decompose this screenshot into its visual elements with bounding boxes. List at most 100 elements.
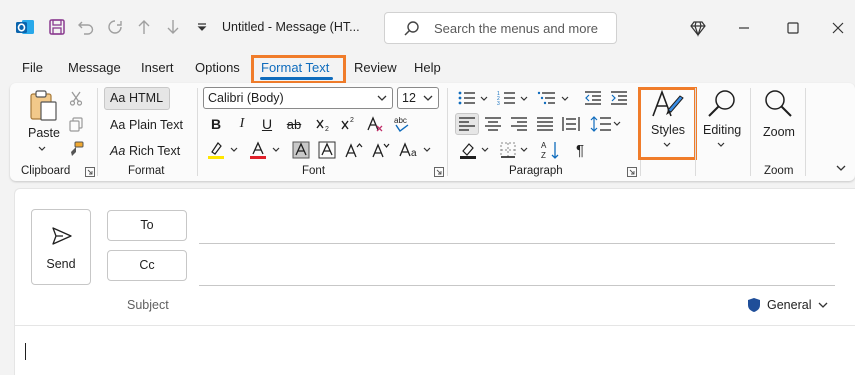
- redo-icon[interactable]: [105, 17, 125, 37]
- paragraph-launcher-icon[interactable]: [627, 167, 637, 177]
- chevron-down-icon[interactable]: [271, 144, 281, 156]
- clipboard-launcher-icon[interactable]: [85, 167, 95, 177]
- shrink-font-icon[interactable]: [371, 140, 391, 160]
- sensitivity-dropdown[interactable]: General: [747, 297, 829, 313]
- maximize-icon[interactable]: [782, 17, 804, 39]
- cc-button[interactable]: Cc: [107, 250, 187, 281]
- bullets-icon[interactable]: [456, 89, 478, 107]
- font-group-label: Font: [302, 165, 326, 177]
- tab-message[interactable]: Message: [68, 60, 121, 75]
- paste-icon[interactable]: [27, 89, 61, 123]
- character-shading-icon[interactable]: [292, 141, 310, 159]
- chevron-down-icon[interactable]: [479, 93, 489, 105]
- distributed-align-icon[interactable]: [562, 115, 580, 133]
- underline-icon[interactable]: U: [258, 115, 276, 133]
- editing-magnifier-icon[interactable]: [705, 88, 739, 120]
- tab-help[interactable]: Help: [414, 60, 441, 75]
- to-button[interactable]: To: [107, 210, 187, 241]
- numbering-icon[interactable]: 123: [496, 89, 518, 107]
- format-html-label[interactable]: HTML: [129, 91, 163, 105]
- format-group-label: Format: [128, 165, 165, 177]
- svg-text:2: 2: [350, 117, 354, 124]
- window-title: Untitled - Message (HT...: [222, 20, 360, 34]
- arrow-down-icon[interactable]: [163, 17, 183, 37]
- text-effects-icon[interactable]: abc: [391, 113, 413, 135]
- chevron-down-icon[interactable]: [229, 144, 239, 156]
- italic-icon[interactable]: I: [233, 115, 251, 133]
- character-border-icon[interactable]: [318, 141, 336, 159]
- group-divider: [695, 88, 696, 176]
- zoom-group-label: Zoom: [764, 165, 794, 177]
- font-name-combo[interactable]: Calibri (Body): [203, 87, 393, 109]
- ribbon-expand-chevron-icon[interactable]: [834, 161, 848, 175]
- chevron-down-icon[interactable]: [519, 93, 529, 105]
- group-divider: [97, 88, 98, 176]
- font-size-combo[interactable]: 12: [397, 87, 439, 109]
- chevron-down-icon[interactable]: [422, 144, 432, 156]
- highlight-color-icon[interactable]: [206, 140, 226, 160]
- tab-file[interactable]: File: [22, 60, 43, 75]
- customize-toolbar-icon[interactable]: [192, 17, 212, 37]
- paragraph-group-label: Paragraph: [509, 165, 563, 177]
- cut-icon[interactable]: [67, 89, 85, 107]
- decrease-indent-icon[interactable]: [583, 89, 603, 107]
- show-formatting-marks-icon[interactable]: ¶: [571, 141, 589, 159]
- format-plain-text-button[interactable]: Plain Text: [129, 118, 183, 132]
- align-left-icon[interactable]: [458, 115, 476, 133]
- chevron-down-icon: [421, 90, 435, 106]
- grow-font-icon[interactable]: [344, 140, 364, 160]
- group-divider: [805, 88, 806, 176]
- close-icon[interactable]: [827, 17, 849, 39]
- align-center-icon[interactable]: [484, 115, 502, 133]
- subscript-icon[interactable]: 2: [313, 115, 333, 133]
- shield-icon: [747, 297, 761, 313]
- search-box[interactable]: Search the menus and more: [384, 12, 617, 44]
- paste-dropdown-chevron-icon[interactable]: [35, 143, 49, 155]
- diamond-icon[interactable]: [687, 17, 709, 39]
- to-field[interactable]: [199, 243, 835, 244]
- superscript-icon[interactable]: 2: [338, 115, 358, 133]
- chevron-down-icon[interactable]: [480, 144, 490, 156]
- borders-icon[interactable]: [498, 140, 518, 160]
- strikethrough-icon[interactable]: ab: [284, 115, 304, 133]
- title-bar: Untitled - Message (HT... Search the men…: [0, 0, 855, 56]
- svg-text:A: A: [541, 141, 547, 150]
- increase-indent-icon[interactable]: [609, 89, 629, 107]
- bold-icon[interactable]: B: [207, 115, 225, 133]
- tab-review[interactable]: Review: [354, 60, 397, 75]
- cc-field[interactable]: [199, 285, 835, 286]
- change-case-icon[interactable]: a: [399, 140, 421, 160]
- chevron-down-icon[interactable]: [560, 93, 570, 105]
- send-button[interactable]: Send: [31, 209, 91, 285]
- font-launcher-icon[interactable]: [434, 167, 444, 177]
- search-placeholder: Search the menus and more: [434, 21, 599, 36]
- copy-icon[interactable]: [67, 115, 85, 133]
- svg-text:2: 2: [325, 126, 329, 133]
- chevron-down-icon[interactable]: [715, 140, 727, 150]
- chevron-down-icon[interactable]: [612, 118, 622, 130]
- arrow-up-icon[interactable]: [134, 17, 154, 37]
- zoom-icon[interactable]: [761, 88, 795, 120]
- justify-icon[interactable]: [536, 115, 554, 133]
- format-rich-text-button[interactable]: Rich Text: [129, 144, 180, 158]
- clear-formatting-icon[interactable]: [365, 114, 385, 134]
- save-icon[interactable]: [47, 17, 67, 37]
- svg-text:3: 3: [497, 101, 500, 106]
- subject-field[interactable]: Subject: [127, 298, 169, 312]
- undo-icon[interactable]: [76, 17, 96, 37]
- align-right-icon[interactable]: [510, 115, 528, 133]
- sort-icon[interactable]: AZ: [540, 139, 562, 161]
- font-color-icon[interactable]: [248, 140, 268, 160]
- minimize-icon[interactable]: [733, 17, 755, 39]
- line-spacing-icon[interactable]: [590, 114, 612, 134]
- format-text-highlight-box: [251, 55, 346, 84]
- tab-options[interactable]: Options: [195, 60, 240, 75]
- multilevel-list-icon[interactable]: [536, 89, 558, 107]
- chevron-down-icon[interactable]: [519, 144, 529, 156]
- paste-label[interactable]: Paste: [28, 126, 60, 140]
- zoom-label[interactable]: Zoom: [763, 125, 795, 139]
- editing-label[interactable]: Editing: [703, 123, 741, 137]
- tab-insert[interactable]: Insert: [141, 60, 174, 75]
- format-painter-icon[interactable]: [67, 140, 85, 158]
- shading-icon[interactable]: [458, 140, 478, 160]
